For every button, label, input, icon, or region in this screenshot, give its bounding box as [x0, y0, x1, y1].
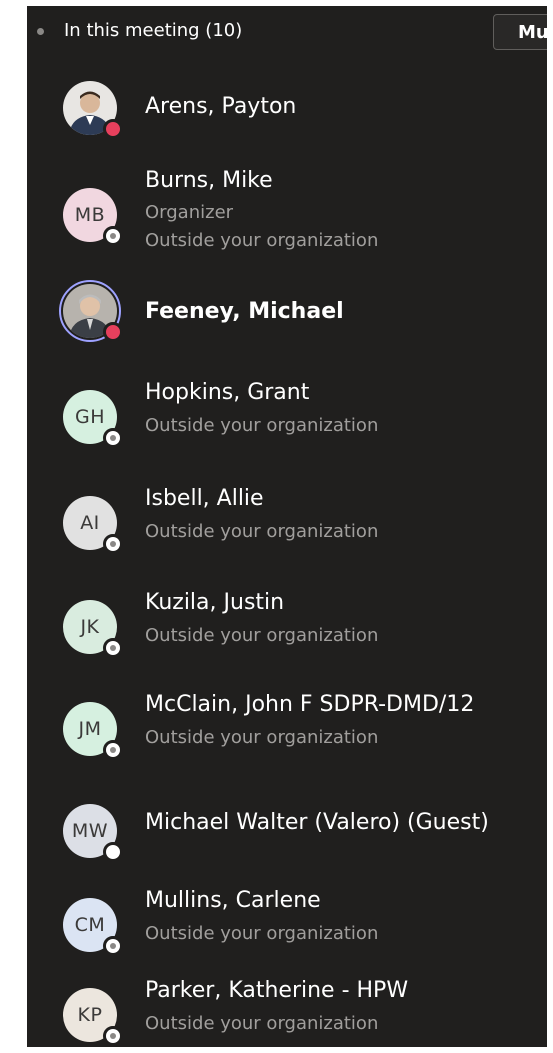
participant-org-note: Outside your organization — [145, 625, 379, 646]
external-status-icon — [103, 226, 123, 246]
avatar-initials: GH — [74, 406, 105, 428]
participant-name: Hopkins, Grant — [145, 380, 310, 405]
avatar: AI — [63, 496, 123, 554]
guest-status-icon — [103, 842, 123, 862]
participant-org-note: Outside your organization — [145, 923, 379, 944]
external-status-icon — [103, 428, 123, 448]
busy-status-icon — [103, 119, 123, 139]
participant-row[interactable]: JK Kuzila, Justin Outside your organizat… — [27, 584, 547, 680]
participant-name: Parker, Katherine - HPW — [145, 978, 409, 1003]
busy-status-icon — [103, 322, 123, 342]
avatar-initials: CM — [74, 914, 106, 936]
participant-org-note: Outside your organization — [145, 521, 379, 542]
participant-name: Feeney, Michael — [145, 299, 344, 324]
participant-row[interactable]: MW Michael Walter (Valero) (Guest) — [27, 782, 547, 878]
avatar-initials: MB — [74, 204, 106, 226]
participant-name: Burns, Mike — [145, 168, 273, 193]
avatar-initials: JK — [80, 616, 100, 638]
participant-org-note: Outside your organization — [145, 415, 379, 436]
participant-name: McClain, John F SDPR-DMD/12 — [145, 692, 475, 717]
avatar-initials: MW — [71, 820, 109, 842]
external-status-icon — [103, 936, 123, 956]
participant-row[interactable]: CM Mullins, Carlene Outside your organiz… — [27, 882, 547, 978]
participant-org-note: Outside your organization — [145, 1013, 379, 1034]
participant-row[interactable]: KP Parker, Katherine - HPW Outside your … — [27, 972, 547, 1047]
external-status-icon — [103, 740, 123, 760]
participant-row[interactable]: AI Isbell, Allie Outside your organizati… — [27, 480, 547, 576]
avatar — [59, 280, 123, 342]
section-title: In this meeting (10) — [64, 20, 243, 41]
collapse-icon[interactable] — [37, 28, 44, 35]
participants-header[interactable]: In this meeting (10) Mute all — [27, 6, 547, 58]
participant-org-note: Outside your organization — [145, 230, 379, 251]
participant-row[interactable]: MB Burns, Mike Organizer Outside your or… — [27, 158, 547, 268]
avatar: CM — [63, 898, 123, 956]
external-status-icon — [103, 534, 123, 554]
avatar: JM — [63, 702, 123, 760]
participant-org-note: Outside your organization — [145, 727, 379, 748]
avatar-initials: KP — [77, 1004, 103, 1026]
participant-name: Mullins, Carlene — [145, 888, 321, 913]
avatar: KP — [63, 988, 123, 1046]
avatar-initials: JM — [78, 718, 102, 740]
external-status-icon — [103, 1026, 123, 1046]
external-status-icon — [103, 638, 123, 658]
participant-row[interactable]: Feeney, Michael — [27, 268, 547, 364]
participant-row[interactable]: GH Hopkins, Grant Outside your organizat… — [27, 374, 547, 470]
participant-name: Kuzila, Justin — [145, 590, 285, 615]
avatar: MB — [63, 188, 123, 246]
avatar: JK — [63, 600, 123, 658]
participant-row[interactable]: Arens, Payton — [27, 60, 547, 156]
participants-panel: In this meeting (10) Mute all Arens, Pay… — [27, 6, 547, 1047]
participant-row[interactable]: JM McClain, John F SDPR-DMD/12 Outside y… — [27, 686, 547, 782]
avatar: GH — [63, 390, 123, 448]
participant-role: Organizer — [145, 202, 234, 223]
participant-name: Michael Walter (Valero) (Guest) — [145, 810, 489, 835]
participant-name: Isbell, Allie — [145, 486, 264, 511]
avatar: MW — [63, 804, 123, 862]
participant-name: Arens, Payton — [145, 94, 297, 119]
mute-all-button[interactable]: Mute all — [493, 14, 547, 50]
avatar — [63, 81, 123, 139]
avatar-initials: AI — [80, 512, 100, 534]
